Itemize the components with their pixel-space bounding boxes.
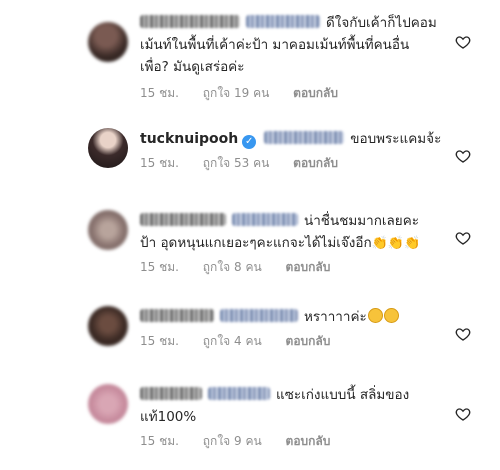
verified-badge-icon: ✓	[242, 135, 257, 149]
comment-text-line: เม้นท์ในพื้นที่เค้าค่ะป้า มาคอมเม้นท์พื้…	[140, 37, 410, 53]
username-redacted[interactable]	[140, 15, 240, 28]
comment-meta: 15 ชม. ถูกใจ 53 คน ตอบกลับ	[140, 154, 440, 173]
mention-redacted[interactable]	[220, 309, 298, 322]
heart-icon[interactable]	[455, 230, 471, 246]
mention-redacted[interactable]	[246, 15, 320, 28]
comment-likes[interactable]: ถูกใจ 4 คน	[203, 334, 262, 348]
comment-text-line: น่าชื่นชมมากเลยคะ	[140, 210, 440, 232]
avatar[interactable]	[88, 306, 128, 346]
smiling-face-icon	[383, 308, 399, 323]
comment-text-line: ดีใจกับเค้าก็ไปคอม	[140, 12, 440, 34]
comment-meta: 15 ชม. ถูกใจ 19 คน ตอบกลับ	[140, 84, 440, 103]
mention-redacted[interactable]	[264, 131, 345, 144]
username[interactable]: tucknuipooh	[140, 131, 238, 147]
comment-body: น่าชื่นชมมากเลยคะ ป้า อุดหนุนแกเยอะๆคะแก…	[140, 210, 440, 277]
comment-body: แซะเก่งแบบนี้ สลิ่มของ แท้100% 15 ชม. ถู…	[140, 384, 440, 451]
comment-meta: 15 ชม. ถูกใจ 8 คน ตอบกลับ	[140, 258, 440, 277]
avatar[interactable]	[88, 384, 128, 424]
comment-text-line: แซะเก่งแบบนี้ สลิ่มของ	[140, 384, 440, 406]
comment-likes[interactable]: ถูกใจ 19 คน	[203, 86, 270, 100]
comment-body: ดีใจกับเค้าก็ไปคอม เม้นท์ในพื้นที่เค้าค่…	[140, 12, 440, 103]
comment-text-line: tucknuipooh ✓ ขอบพระแคมจ้ะ	[140, 131, 442, 149]
heart-icon[interactable]	[455, 326, 471, 342]
avatar[interactable]	[88, 128, 128, 168]
comment-time: 15 ชม.	[140, 86, 179, 100]
comment-time: 15 ชม.	[140, 434, 179, 448]
comment-likes[interactable]: ถูกใจ 9 คน	[203, 434, 262, 448]
clapping-hands-icon: 👏👏👏	[371, 236, 421, 251]
reply-button[interactable]: ตอบกลับ	[286, 434, 331, 448]
avatar[interactable]	[88, 22, 128, 62]
comment-body: หราาาาค่ะ☺☺ 15 ชม. ถูกใจ 4 คน ตอบกลับ	[140, 306, 440, 351]
comment-text-line: แท้100%	[140, 409, 197, 425]
comment-meta: 15 ชม. ถูกใจ 9 คน ตอบกลับ	[140, 432, 440, 451]
mention-redacted[interactable]	[232, 213, 298, 226]
reply-button[interactable]: ตอบกลับ	[286, 334, 331, 348]
heart-icon[interactable]	[455, 148, 471, 164]
comment-likes[interactable]: ถูกใจ 53 คน	[203, 156, 270, 170]
heart-icon[interactable]	[455, 406, 471, 422]
comment-text-line: เพื่อ? มันดูเสร่อค่ะ	[140, 59, 245, 75]
reply-button[interactable]: ตอบกลับ	[293, 86, 338, 100]
comment-text-line: ป้า อุดหนุนแกเยอะๆคะแกจะได้ไม่เจ๊งอีก👏👏👏	[140, 235, 421, 251]
comment-body: tucknuipooh ✓ ขอบพระแคมจ้ะ 15 ชม. ถูกใจ 53…	[140, 128, 442, 173]
heart-icon[interactable]	[455, 34, 471, 50]
comment-time: 15 ชม.	[140, 334, 179, 348]
comment-likes[interactable]: ถูกใจ 8 คน	[203, 260, 262, 274]
reply-button[interactable]: ตอบกลับ	[293, 156, 338, 170]
reply-button[interactable]: ตอบกลับ	[286, 260, 331, 274]
username-redacted[interactable]	[140, 309, 214, 322]
username-redacted[interactable]	[140, 387, 202, 400]
mention-redacted[interactable]	[208, 387, 270, 400]
smiling-face-icon	[367, 308, 383, 323]
comment-meta: 15 ชม. ถูกใจ 4 คน ตอบกลับ	[140, 332, 440, 351]
username-redacted[interactable]	[140, 213, 226, 226]
comment-time: 15 ชม.	[140, 156, 179, 170]
avatar[interactable]	[88, 210, 128, 250]
comment-text-line: หราาาาค่ะ☺☺	[140, 306, 440, 328]
comment-time: 15 ชม.	[140, 260, 179, 274]
